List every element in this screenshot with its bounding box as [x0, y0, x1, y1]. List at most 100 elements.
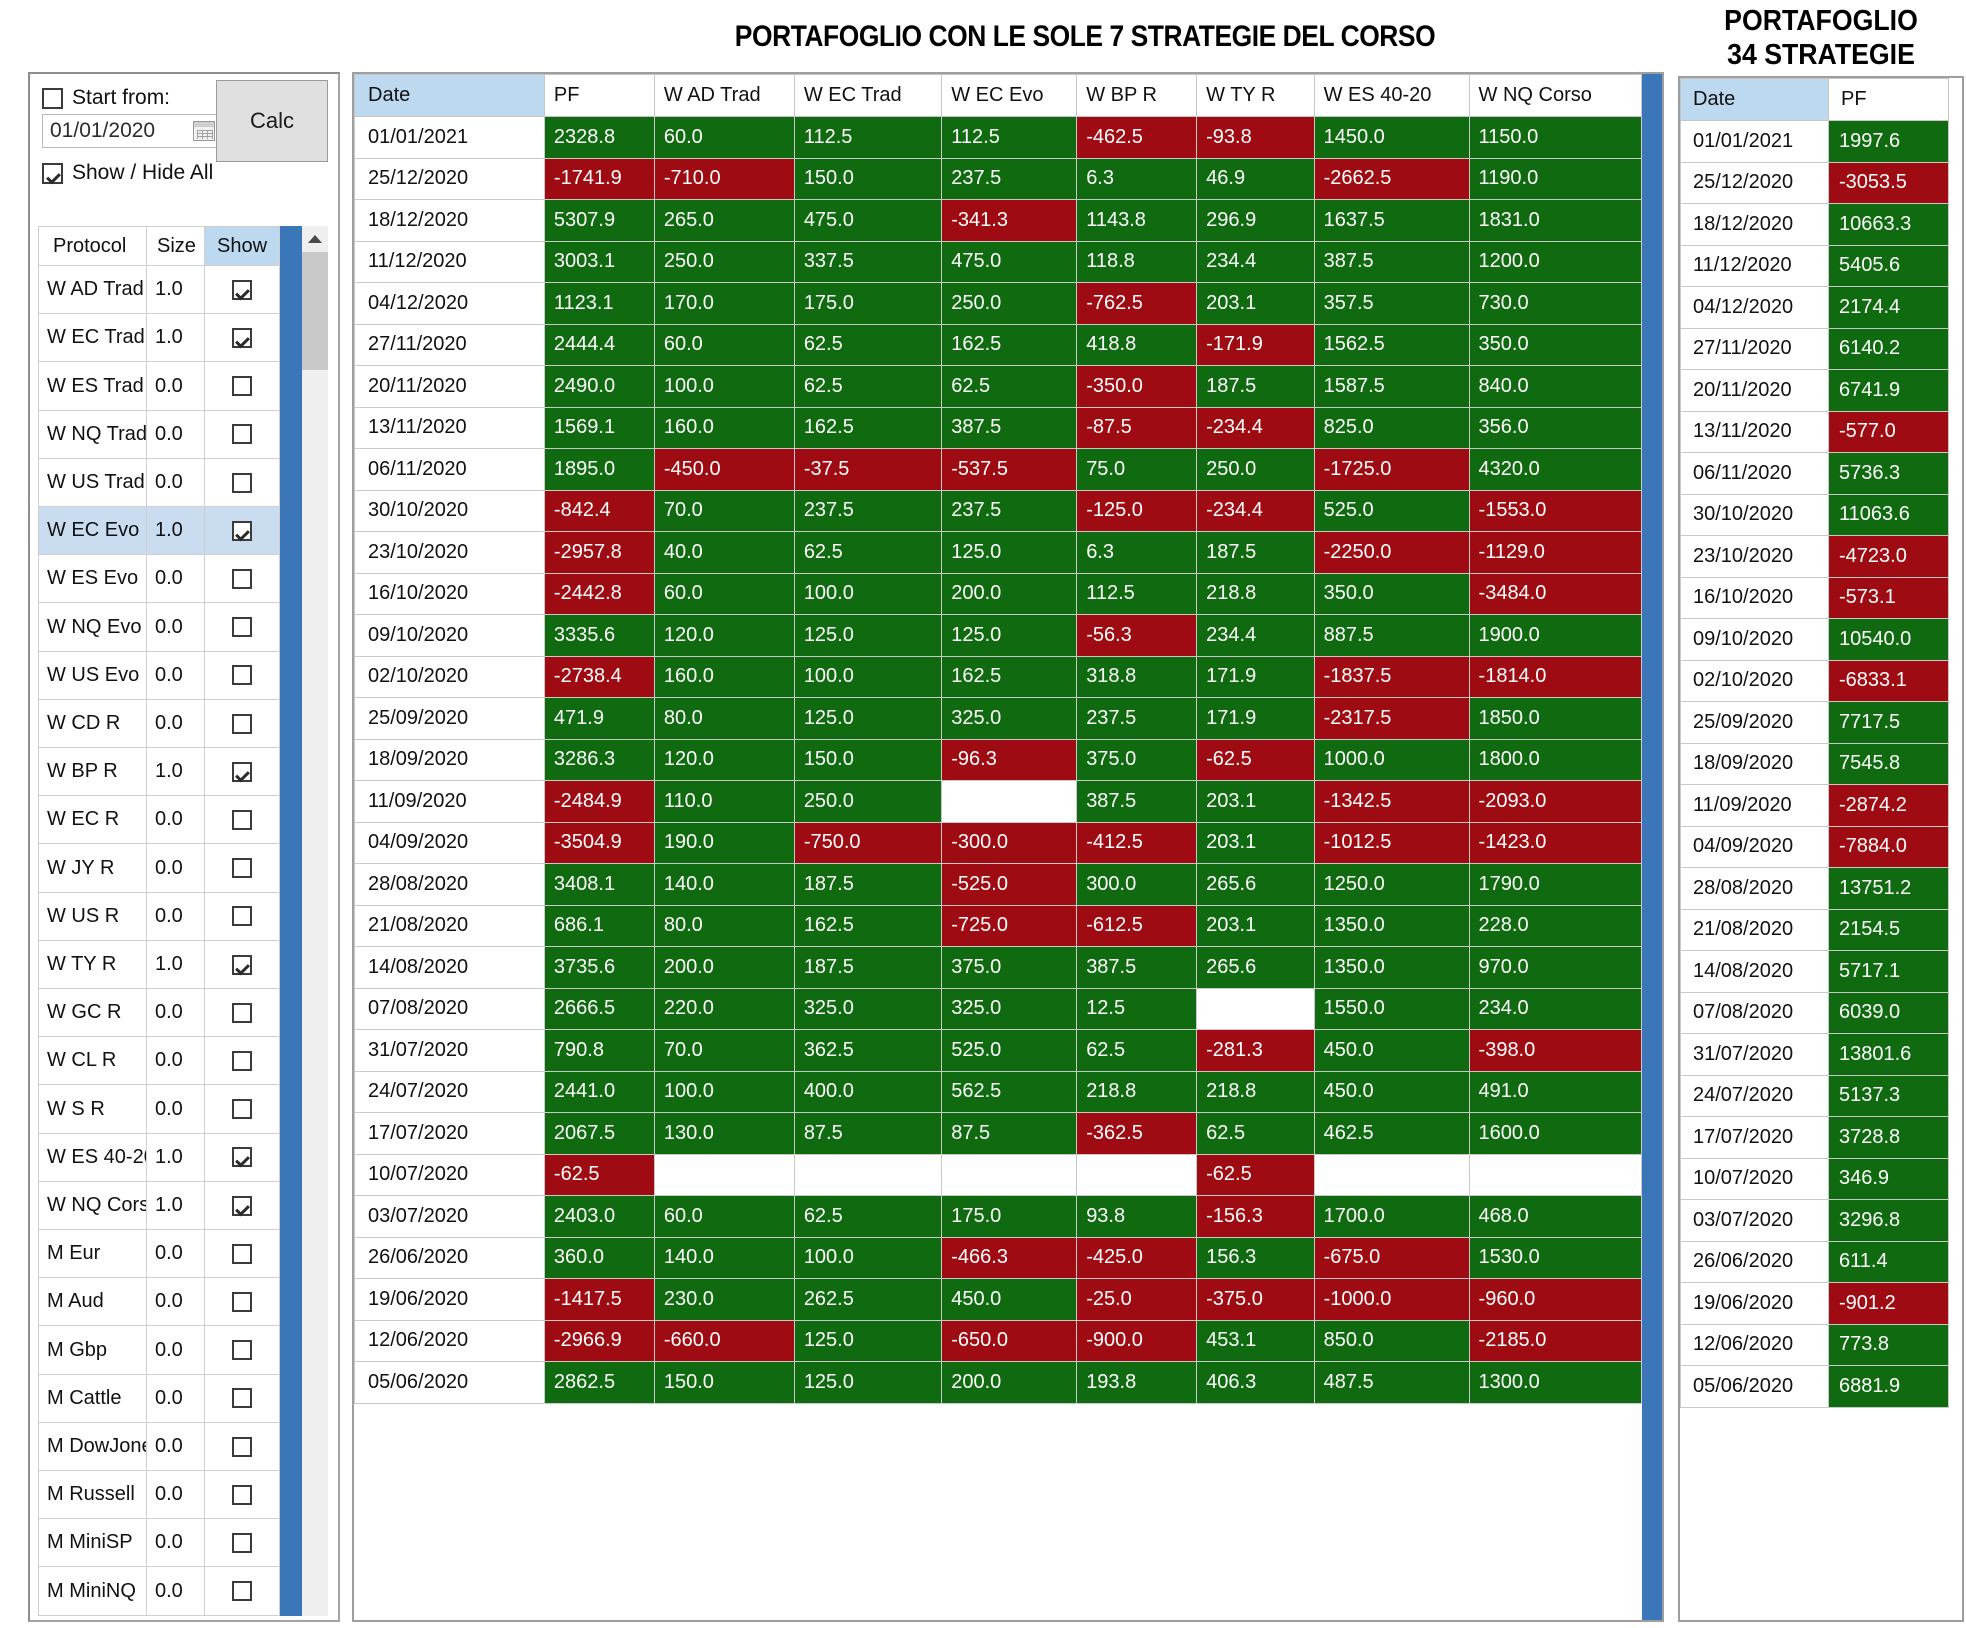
table-row[interactable]: 25/12/2020 -3053.5	[1680, 161, 1949, 204]
protocol-row[interactable]: W CL R 0.0	[38, 1036, 280, 1086]
protocol-show-cell[interactable]	[204, 1036, 280, 1086]
protocol-show-checkbox[interactable]	[232, 1436, 252, 1457]
protocol-size-cell[interactable]: 0.0	[146, 1084, 205, 1134]
table-row[interactable]: 09/10/2020 10540.0	[1680, 618, 1949, 661]
protocol-row[interactable]: M Gbp 0.0	[38, 1325, 280, 1375]
main-col-header-8[interactable]: W NQ Corso	[1468, 74, 1643, 117]
table-row[interactable]: 02/10/2020 -6833.1	[1680, 659, 1949, 702]
protocol-show-checkbox[interactable]	[232, 1533, 252, 1554]
protocol-show-cell[interactable]	[204, 409, 280, 459]
protocol-size-cell[interactable]: 1.0	[146, 506, 205, 556]
protocol-size-cell[interactable]: 0.0	[146, 361, 205, 411]
table-row[interactable]: 09/10/2020 3335.6 120.0 125.0 125.0 -56.3 234.…	[354, 614, 1643, 657]
protocol-show-checkbox[interactable]	[232, 1002, 252, 1023]
table-row[interactable]: 28/08/2020 3408.1 140.0 187.5 -525.0 300.0 265…	[354, 863, 1643, 906]
protocol-show-cell[interactable]	[204, 747, 280, 797]
protocol-show-cell[interactable]	[204, 361, 280, 411]
protocol-size-cell[interactable]: 0.0	[146, 1518, 205, 1568]
protocol-show-checkbox[interactable]	[232, 1099, 252, 1120]
protocol-row[interactable]: W S R 0.0	[38, 1084, 280, 1134]
table-row[interactable]: 01/01/2021 2328.8 60.0 112.5 112.5 -462.5 -93.…	[354, 116, 1643, 159]
protocol-show-checkbox[interactable]	[232, 906, 252, 927]
protocol-row[interactable]: W CD R 0.0	[38, 698, 280, 749]
table-row[interactable]: 23/10/2020 -4723.0	[1680, 535, 1949, 578]
protocol-show-checkbox[interactable]	[232, 1195, 252, 1216]
protocol-show-checkbox[interactable]	[232, 376, 252, 397]
protocol-size-cell[interactable]: 0.0	[146, 891, 205, 941]
table-row[interactable]: 04/12/2020 2174.4	[1680, 286, 1949, 329]
table-row[interactable]: 21/08/2020 686.1 80.0 162.5 -725.0 -612.5 203.…	[354, 904, 1643, 947]
protocol-size-cell[interactable]: 0.0	[146, 843, 205, 893]
protocol-row[interactable]: M MiniSP 0.0	[38, 1518, 280, 1568]
table-row[interactable]: 03/07/2020 3296.8	[1680, 1199, 1949, 1242]
protocol-show-cell[interactable]	[204, 795, 280, 845]
col-header-size[interactable]: Size	[146, 226, 205, 266]
protocol-show-checkbox[interactable]	[232, 713, 252, 734]
table-row[interactable]: 17/07/2020 3728.8	[1680, 1116, 1949, 1159]
table-row[interactable]: 19/06/2020 -901.2	[1680, 1282, 1949, 1325]
protocol-size-cell[interactable]: 1.0	[146, 939, 205, 990]
main-col-header-2[interactable]: W AD Trad	[653, 74, 795, 117]
protocol-size-cell[interactable]: 0.0	[146, 1373, 205, 1423]
protocol-row[interactable]: M Aud 0.0	[38, 1277, 280, 1327]
protocol-row[interactable]: W JY R 0.0	[38, 843, 280, 893]
protocol-show-checkbox[interactable]	[232, 328, 252, 349]
protocol-size-cell[interactable]: 0.0	[146, 698, 205, 749]
protocol-size-cell[interactable]: 1.0	[146, 264, 205, 315]
protocol-size-cell[interactable]: 0.0	[146, 1566, 205, 1616]
protocol-show-checkbox[interactable]	[232, 617, 252, 638]
protocol-show-checkbox[interactable]	[232, 1340, 252, 1361]
table-row[interactable]: 25/09/2020 7717.5	[1680, 701, 1949, 744]
table-row[interactable]: 06/11/2020 5736.3	[1680, 452, 1949, 495]
protocol-show-checkbox[interactable]	[232, 954, 252, 975]
protocol-size-cell[interactable]: 1.0	[146, 313, 205, 363]
protocol-show-checkbox[interactable]	[232, 1051, 252, 1072]
scrollbar-thumb[interactable]	[302, 252, 328, 370]
table-row[interactable]: 13/11/2020 1569.1 160.0 162.5 387.5 -87.5 -234…	[354, 406, 1643, 449]
protocol-show-cell[interactable]	[204, 1421, 280, 1472]
table-row[interactable]: 30/10/2020 11063.6	[1680, 493, 1949, 536]
protocol-row[interactable]: W US R 0.0	[38, 891, 280, 941]
table-row[interactable]: 16/10/2020 -2442.8 60.0 100.0 200.0 112.5 218.…	[354, 572, 1643, 615]
protocol-show-cell[interactable]	[204, 457, 280, 508]
right-col-header-1[interactable]: PF	[1828, 78, 1949, 121]
protocol-show-cell[interactable]	[204, 506, 280, 556]
protocol-show-cell[interactable]	[204, 1132, 280, 1182]
table-row[interactable]: 20/11/2020 6741.9	[1680, 369, 1949, 412]
table-row[interactable]: 01/01/2021 1997.6	[1680, 120, 1949, 163]
protocol-show-cell[interactable]	[204, 602, 280, 652]
table-row[interactable]: 31/07/2020 790.8 70.0 362.5 525.0 62.5 -281.3 4…	[354, 1029, 1643, 1072]
protocol-show-checkbox[interactable]	[232, 1484, 252, 1505]
table-row[interactable]: 17/07/2020 2067.5 130.0 87.5 87.5 -362.5 62.5 4…	[354, 1112, 1643, 1155]
table-row[interactable]: 07/08/2020 6039.0	[1680, 991, 1949, 1034]
table-row[interactable]: 05/06/2020 2862.5 150.0 125.0 200.0 193.8 406.…	[354, 1361, 1643, 1404]
table-row[interactable]: 11/09/2020 -2484.9 110.0 250.0 0.0 387.5 203.1…	[354, 780, 1643, 823]
table-row[interactable]: 24/07/2020 2441.0 100.0 400.0 562.5 218.8 218.…	[354, 1070, 1643, 1113]
protocol-row[interactable]: M Eur 0.0	[38, 1229, 280, 1279]
col-header-show[interactable]: Show	[204, 226, 280, 266]
protocol-row[interactable]: W EC R 0.0	[38, 795, 280, 845]
scrollbar-track[interactable]	[302, 370, 328, 1616]
table-row[interactable]: 07/08/2020 2666.5 220.0 325.0 325.0 12.5 0.0 15…	[354, 987, 1643, 1030]
protocol-show-cell[interactable]	[204, 1277, 280, 1327]
scroll-up-icon[interactable]	[302, 226, 328, 252]
show-hide-all-checkbox[interactable]	[42, 162, 63, 184]
table-row[interactable]: 10/07/2020 346.9	[1680, 1157, 1949, 1200]
right-col-header-0[interactable]: Date	[1680, 78, 1829, 121]
table-row[interactable]: 11/12/2020 5405.6	[1680, 244, 1949, 287]
table-row[interactable]: 13/11/2020 -577.0	[1680, 410, 1949, 453]
table-row[interactable]: 12/06/2020 -2966.9 -660.0 125.0 -650.0 -900.0…	[354, 1319, 1643, 1362]
table-row[interactable]: 19/06/2020 -1417.5 230.0 262.5 450.0 -25.0 -37…	[354, 1278, 1643, 1321]
table-row[interactable]: 30/10/2020 -842.4 70.0 237.5 237.5 -125.0 -234…	[354, 489, 1643, 532]
protocol-show-cell[interactable]	[204, 698, 280, 749]
protocol-size-cell[interactable]: 0.0	[146, 554, 205, 604]
start-from-checkbox[interactable]	[42, 87, 63, 109]
protocol-size-cell[interactable]: 0.0	[146, 602, 205, 652]
main-table-vertical-scrollbar[interactable]	[1642, 74, 1662, 1620]
protocol-row[interactable]: M Cattle 0.0	[38, 1373, 280, 1423]
protocol-row[interactable]: W TY R 1.0	[38, 939, 280, 990]
protocol-size-cell[interactable]: 1.0	[146, 1180, 205, 1231]
protocol-show-cell[interactable]	[204, 1518, 280, 1568]
protocol-size-cell[interactable]: 0.0	[146, 1470, 205, 1520]
protocol-row[interactable]: W BP R 1.0	[38, 747, 280, 797]
